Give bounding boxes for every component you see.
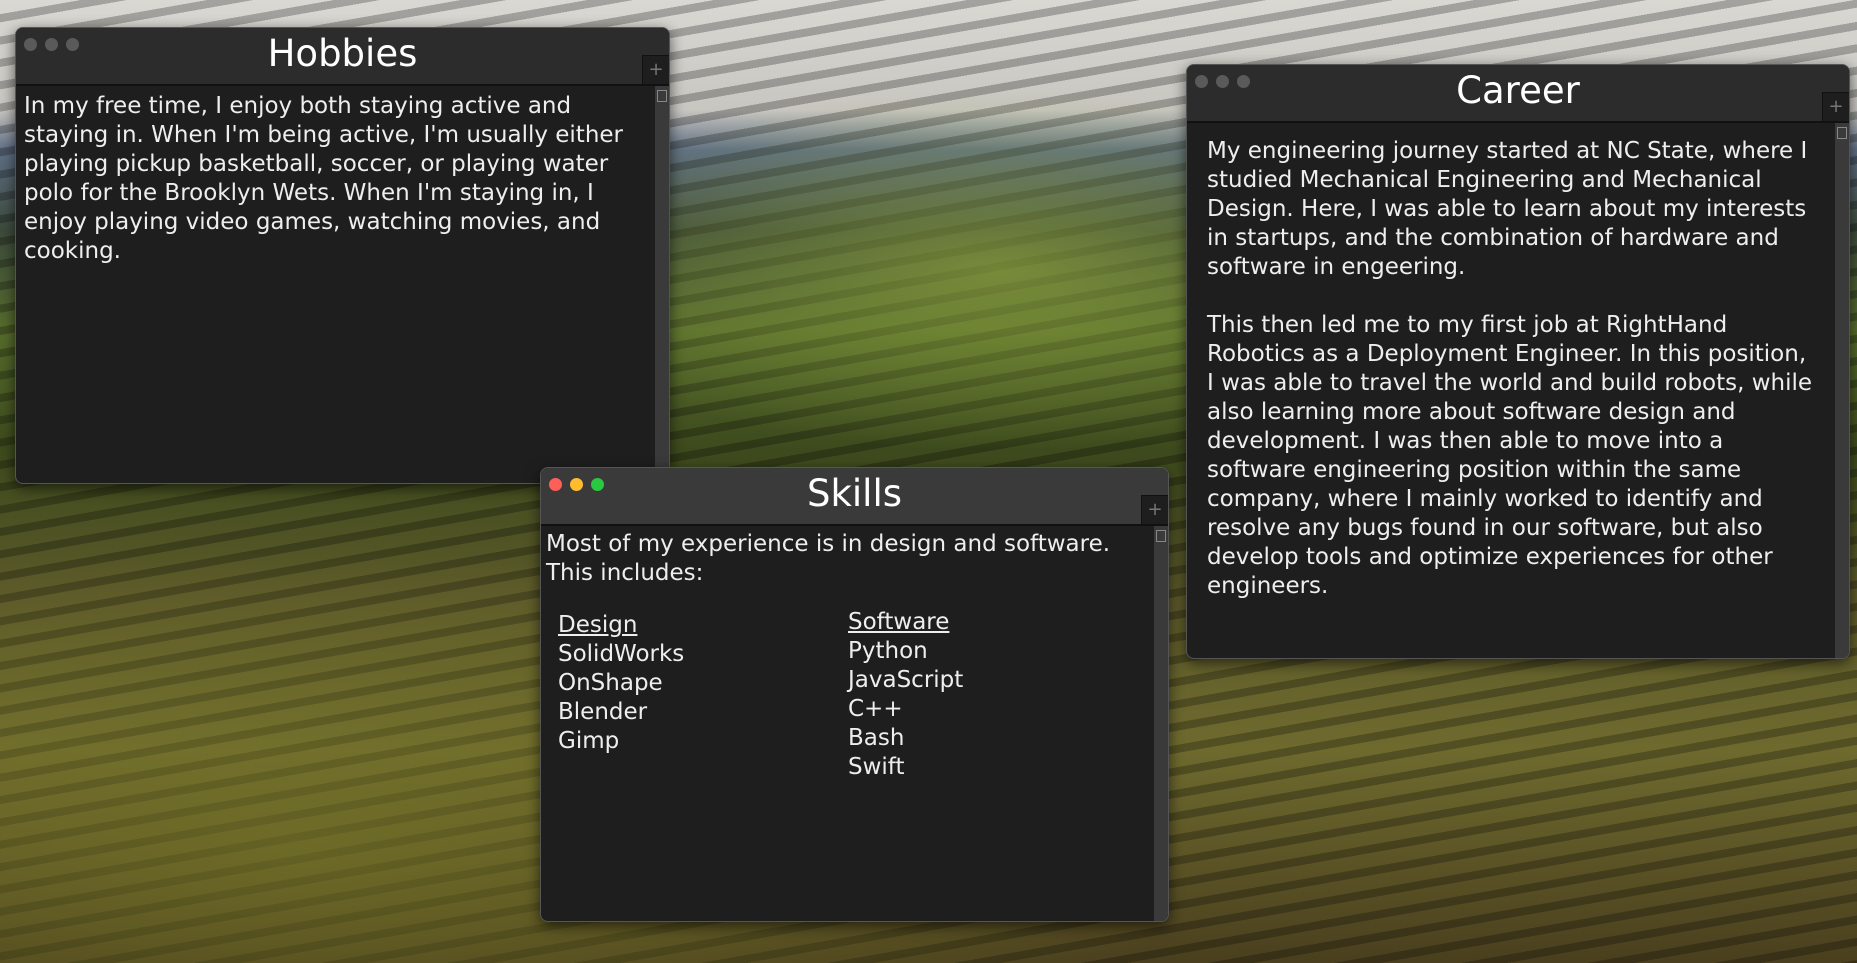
career-paragraph: This then led me to my first job at Righ…: [1207, 312, 1813, 599]
skill-item: JavaScript: [848, 667, 964, 693]
scrollbar[interactable]: [1835, 123, 1849, 658]
window-title: Career: [1456, 69, 1580, 112]
plus-icon[interactable]: +: [1822, 92, 1849, 121]
scroll-handle-icon[interactable]: [1156, 530, 1166, 542]
career-paragraph: My engineering journey started at NC Sta…: [1207, 138, 1808, 280]
hobbies-window[interactable]: Hobbies + In my free time, I enjoy both …: [15, 27, 670, 484]
skill-item: C++: [848, 696, 903, 722]
skills-window[interactable]: Skills + Most of my experience is in des…: [540, 467, 1169, 922]
title-bar[interactable]: Hobbies +: [16, 28, 669, 86]
scroll-handle-icon[interactable]: [657, 90, 667, 102]
skill-item: SolidWorks: [558, 641, 685, 667]
window-title: Skills: [806, 472, 903, 515]
plus-icon[interactable]: +: [642, 55, 669, 84]
design-heading: Design: [558, 612, 638, 638]
career-window[interactable]: Career + My engineering journey started …: [1186, 64, 1850, 659]
scrollbar[interactable]: [1154, 526, 1168, 921]
design-column: Design SolidWorks OnShape Blender Gimp: [558, 608, 848, 782]
skill-item: Python: [848, 638, 928, 664]
skills-intro: Most of my experience is in design and s…: [546, 531, 1111, 586]
skill-item: Blender: [558, 699, 648, 725]
scrollbar[interactable]: [655, 86, 669, 483]
hobbies-text: In my free time, I enjoy both staying ac…: [24, 93, 624, 264]
title-bar[interactable]: Career +: [1187, 65, 1849, 123]
skill-item: Swift: [848, 754, 905, 780]
software-column: Software Python JavaScript C++ Bash Swif…: [848, 608, 1138, 782]
skill-item: Gimp: [558, 728, 620, 754]
scroll-handle-icon[interactable]: [1837, 127, 1847, 139]
skill-item: Bash: [848, 725, 905, 751]
title-bar[interactable]: Skills +: [541, 468, 1168, 526]
plus-icon[interactable]: +: [1141, 495, 1168, 524]
skill-item: OnShape: [558, 670, 663, 696]
software-heading: Software: [848, 609, 950, 635]
window-title: Hobbies: [267, 32, 418, 75]
